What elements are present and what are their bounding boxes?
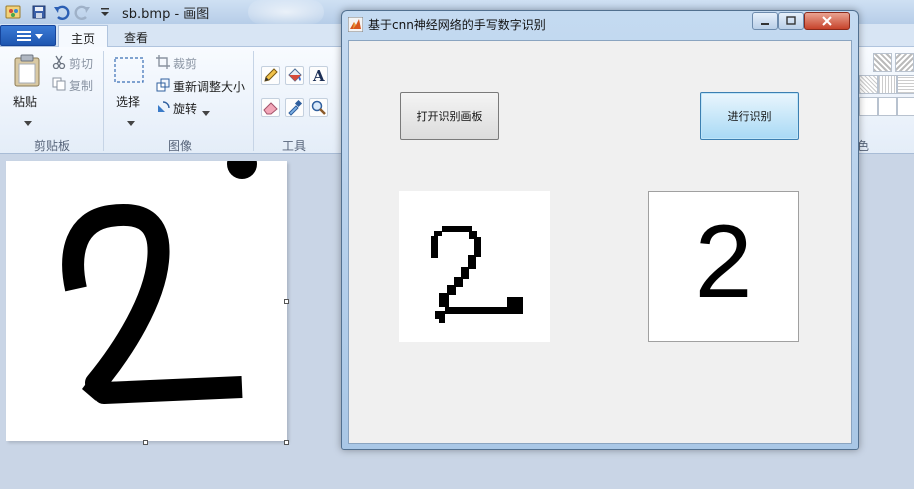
paste-dropdown-icon[interactable] — [24, 115, 32, 129]
crop-icon — [156, 55, 170, 72]
recognized-digit: 2 — [694, 204, 753, 320]
eraser-icon[interactable] — [261, 98, 280, 117]
paint-window-title: sb.bmp - 画图 — [122, 7, 210, 22]
texture-swatch[interactable] — [895, 53, 914, 72]
crop-button[interactable]: 裁剪 — [173, 55, 197, 72]
color-swatch[interactable] — [859, 97, 878, 116]
figure-client-area: 打开识别画板 进行识别 2 — [348, 40, 852, 444]
tools-group-label: 工具 — [281, 139, 306, 153]
select-button[interactable]: 选择 — [116, 93, 140, 110]
image-group-label: 图像 — [167, 139, 192, 153]
texture-swatch[interactable] — [859, 75, 878, 94]
color-swatch[interactable] — [897, 97, 914, 116]
cut-button[interactable]: 剪切 — [69, 55, 93, 72]
tab-home[interactable]: 主页 — [58, 25, 109, 47]
paste-button[interactable]: 粘贴 — [13, 93, 37, 110]
canvas-resize-handle[interactable] — [284, 299, 289, 304]
pixelated-input-digit — [431, 226, 523, 323]
canvas-resize-handle[interactable] — [143, 440, 148, 445]
resize-icon — [156, 78, 170, 95]
paint-app-icon — [4, 3, 22, 21]
rotate-button[interactable]: 旋转 — [173, 100, 197, 117]
select-icon[interactable] — [114, 57, 144, 86]
texture-swatch[interactable] — [897, 75, 914, 94]
output-result-axes: 2 — [648, 191, 799, 342]
save-icon[interactable] — [30, 3, 48, 21]
pencil-icon[interactable] — [261, 66, 280, 85]
ribbon-separator — [103, 51, 104, 151]
paint-canvas[interactable] — [6, 149, 287, 441]
figure-window: 基于cnn神经网络的手写数字识别 打开识别画板 进行识别 2 — [341, 10, 859, 450]
figure-title-bar: 基于cnn神经网络的手写数字识别 — [342, 11, 858, 37]
clipboard-group-label: 剪贴板 — [33, 139, 70, 153]
copy-icon — [52, 77, 66, 94]
input-image-axes — [399, 191, 550, 342]
rotate-dropdown-icon[interactable] — [202, 105, 210, 119]
fill-bucket-icon[interactable] — [285, 66, 304, 85]
canvas-resize-handle[interactable] — [284, 440, 289, 445]
maximize-button[interactable] — [778, 12, 804, 30]
quick-access-dropdown-icon[interactable] — [96, 3, 114, 21]
color-swatch[interactable] — [878, 97, 897, 116]
texture-swatch[interactable] — [873, 53, 892, 72]
rotate-icon — [156, 100, 170, 117]
open-drawing-panel-button[interactable]: 打开识别画板 — [400, 92, 499, 140]
minimize-button[interactable] — [752, 12, 778, 30]
paint-menu-button[interactable] — [0, 25, 56, 46]
close-icon — [822, 16, 832, 26]
resize-button[interactable]: 重新调整大小 — [173, 78, 245, 95]
text-tool-icon[interactable]: A — [309, 66, 328, 85]
texture-swatch[interactable] — [878, 75, 897, 94]
title-glow — [248, 0, 324, 24]
magnifier-icon[interactable] — [309, 98, 328, 117]
copy-button[interactable]: 复制 — [69, 77, 93, 94]
close-button[interactable] — [804, 12, 850, 30]
svg-text:A: A — [312, 67, 325, 84]
select-dropdown-icon[interactable] — [127, 115, 135, 129]
paste-icon[interactable] — [12, 53, 42, 90]
ribbon-separator — [253, 51, 254, 151]
redo-icon[interactable] — [74, 3, 92, 21]
cut-icon — [52, 55, 66, 72]
undo-icon[interactable] — [52, 3, 70, 21]
recognize-button[interactable]: 进行识别 — [700, 92, 799, 140]
handwritten-digit-drawing — [62, 149, 257, 404]
tab-view[interactable]: 查看 — [112, 25, 160, 47]
matlab-icon — [347, 16, 364, 33]
color-picker-icon[interactable] — [285, 98, 304, 117]
figure-title: 基于cnn神经网络的手写数字识别 — [368, 18, 546, 32]
